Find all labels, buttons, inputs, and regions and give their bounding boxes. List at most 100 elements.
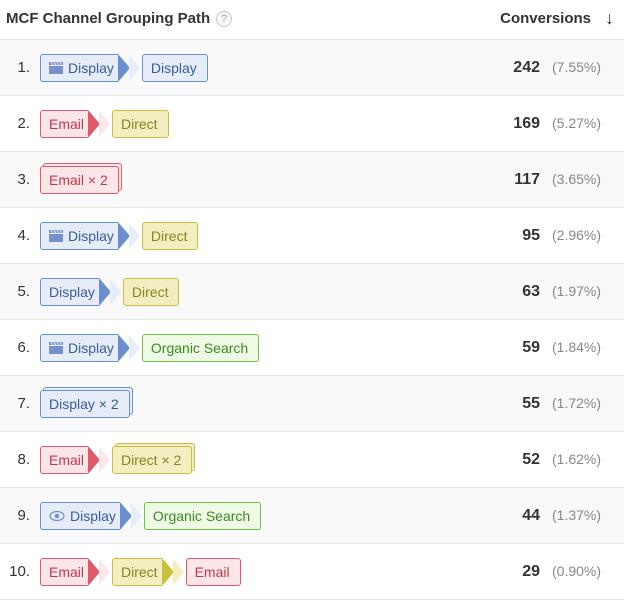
chip-label: Display: [70, 508, 116, 524]
conversions-percent: (0.90%): [552, 563, 610, 579]
chip-body: Email: [40, 446, 88, 474]
chip-label: Display: [68, 60, 114, 76]
chip-body: Email: [40, 110, 88, 138]
chip-body: Display: [40, 334, 118, 362]
chip-body: Direct: [123, 278, 180, 306]
conversions-cell: 59(1.84%): [454, 339, 614, 357]
channel-chip-display[interactable]: Display: [40, 278, 121, 306]
chip-body: Email × 2: [40, 166, 119, 194]
channel-chip-email[interactable]: Email: [40, 446, 110, 474]
row-rank: 5.: [6, 283, 40, 300]
chip-body: Display × 2: [40, 390, 130, 418]
channel-chip-organic[interactable]: Organic Search: [144, 502, 261, 530]
chevron-right-icon: [88, 446, 100, 474]
table-row[interactable]: 4.DisplayDirect95(2.96%): [0, 208, 624, 264]
chip-body: Email: [40, 558, 88, 586]
chip-body: Direct: [112, 558, 162, 586]
clapper-icon: [49, 342, 63, 354]
path-cell: Display Organic Search: [40, 502, 454, 530]
table-row[interactable]: 3. Email × 2 117 (3.65%): [0, 152, 624, 208]
conversions-cell: 169(5.27%): [454, 115, 614, 133]
table-row[interactable]: 5. Display Direct 63 (1.97%): [0, 264, 624, 320]
header-path[interactable]: MCF Channel Grouping Path ?: [6, 10, 454, 27]
chevron-right-icon: [88, 110, 100, 138]
row-rank: 7.: [6, 395, 40, 412]
conversions-percent: (1.62%): [552, 451, 610, 467]
conversions-value: 29: [522, 563, 540, 581]
chip-body: Direct: [142, 222, 199, 250]
channel-chip-direct[interactable]: Direct: [142, 222, 199, 250]
chip-label: Direct: [151, 228, 188, 244]
table-body: 1.DisplayDisplay242(7.55%)2.EmailDirect1…: [0, 40, 624, 600]
conversions-value: 55: [522, 395, 540, 413]
chip-label: Email × 2: [49, 172, 108, 188]
chip-label: Direct: [121, 564, 158, 580]
path-cell: Display Direct: [40, 222, 454, 250]
chevron-right-icon: [118, 222, 130, 250]
chip-body: Organic Search: [142, 334, 259, 362]
conversions-value: 242: [513, 59, 540, 77]
path-cell: Email Direct × 2: [40, 446, 454, 474]
chip-body: Display: [40, 54, 118, 82]
chip-label: Display: [68, 228, 114, 244]
table-row[interactable]: 10.EmailDirectEmail29(0.90%): [0, 544, 624, 600]
conversions-percent: (5.27%): [552, 115, 610, 131]
chevron-right-icon: [162, 558, 174, 586]
channel-chip-display[interactable]: Display: [40, 222, 140, 250]
channel-chip-display[interactable]: Display: [40, 334, 140, 362]
conversions-cell: 95 (2.96%): [454, 227, 614, 245]
row-rank: 9.: [6, 507, 40, 524]
chevron-right-icon: [99, 278, 111, 306]
channel-chip-organic[interactable]: Organic Search: [142, 334, 259, 362]
channel-chip-direct[interactable]: Direct: [112, 558, 184, 586]
chip-label: Organic Search: [151, 340, 248, 356]
channel-chip-display[interactable]: Display: [40, 502, 142, 530]
help-icon[interactable]: ?: [216, 11, 232, 27]
table-row[interactable]: 1.DisplayDisplay242(7.55%): [0, 40, 624, 96]
chip-label: Email: [49, 116, 84, 132]
channel-chip-email[interactable]: Email × 2: [40, 166, 119, 194]
chip-label: Email: [49, 452, 84, 468]
conversions-cell: 44(1.37%): [454, 507, 614, 525]
conversions-percent: (2.96%): [552, 227, 610, 243]
row-rank: 3.: [6, 171, 40, 188]
conversions-value: 52: [522, 451, 540, 469]
chip-label: Display: [49, 284, 95, 300]
conversions-value: 63: [522, 283, 540, 301]
path-cell: Display Display: [40, 54, 454, 82]
conversions-cell: 29 (0.90%): [454, 563, 614, 581]
channel-chip-direct[interactable]: Direct × 2: [112, 446, 192, 474]
chevron-right-icon: [120, 502, 132, 530]
channel-chip-email[interactable]: Email: [186, 558, 241, 586]
conversions-cell: 242(7.55%): [454, 59, 614, 77]
table-row[interactable]: 9. Display Organic Search 44(1.37%): [0, 488, 624, 544]
channel-chip-email[interactable]: Email: [40, 558, 110, 586]
channel-chip-display[interactable]: Display × 2: [40, 390, 130, 418]
channel-chip-direct[interactable]: Direct: [123, 278, 180, 306]
channel-chip-direct[interactable]: Direct: [112, 110, 169, 138]
channel-chip-email[interactable]: Email: [40, 110, 110, 138]
conversions-value: 95: [522, 227, 540, 245]
conversions-percent: (3.65%): [552, 171, 610, 187]
channel-chip-display[interactable]: Display: [40, 54, 140, 82]
channel-chip-display[interactable]: Display: [142, 54, 208, 82]
chip-body: Display: [40, 222, 118, 250]
conversions-value: 44: [522, 507, 540, 525]
table-row[interactable]: 2. Email Direct 169(5.27%): [0, 96, 624, 152]
table-row[interactable]: 8.EmailDirect × 252(1.62%): [0, 432, 624, 488]
clapper-icon: [49, 62, 63, 74]
chevron-right-icon: [88, 558, 100, 586]
conversions-percent: (1.84%): [552, 339, 610, 355]
chip-body: Display: [142, 54, 208, 82]
row-rank: 2.: [6, 115, 40, 132]
header-conversions[interactable]: Conversions ↓: [454, 8, 614, 29]
chip-body: Direct × 2: [112, 446, 192, 474]
conversions-percent: (1.97%): [552, 283, 610, 299]
row-rank: 10.: [6, 563, 40, 580]
table-row[interactable]: 6.DisplayOrganic Search59(1.84%): [0, 320, 624, 376]
path-cell: Display Organic Search: [40, 334, 454, 362]
chevron-right-icon: [118, 54, 130, 82]
conversions-value: 117: [514, 171, 540, 189]
table-row[interactable]: 7.Display × 255(1.72%): [0, 376, 624, 432]
sort-arrow-down-icon[interactable]: ↓: [605, 8, 614, 29]
